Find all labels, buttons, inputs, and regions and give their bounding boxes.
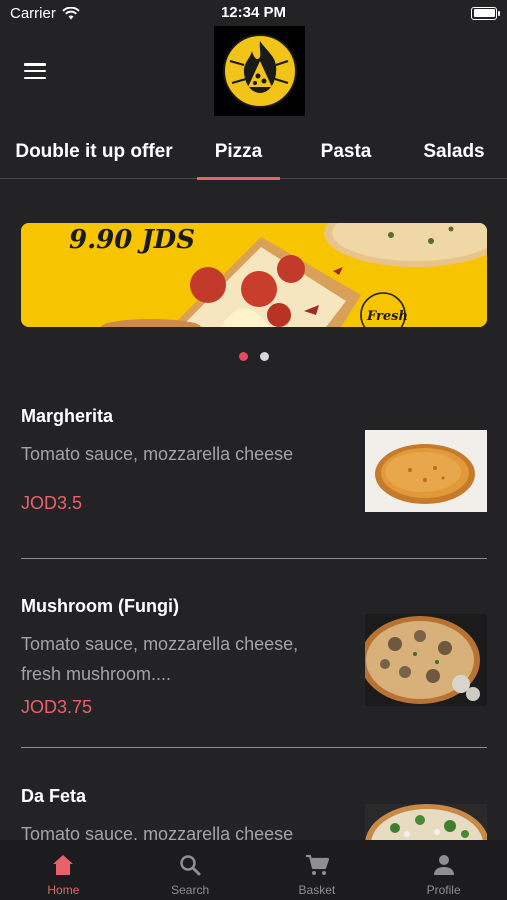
- item-divider: [21, 558, 487, 559]
- item-description: Tomato sauce, mozzarella cheese: [21, 444, 294, 464]
- tab-pizza[interactable]: Pizza: [197, 124, 280, 180]
- tabbar-label: Profile: [426, 883, 461, 897]
- item-title: Margherita: [21, 406, 114, 426]
- cart-icon: [305, 854, 329, 875]
- tab-label: Salads: [423, 140, 485, 162]
- app-header: [0, 26, 507, 118]
- tab-salads[interactable]: Salads: [418, 124, 490, 179]
- promo-banner[interactable]: 9.90 JDS Fresh: [21, 223, 487, 327]
- pizza-flame-logo: [214, 26, 305, 116]
- tabbar-label: Home: [47, 883, 80, 897]
- category-tabs: Double it up offer Pizza Pasta Salads: [0, 124, 507, 180]
- menu-item[interactable]: Margherita Tomato sauce, mozzarella chee…: [21, 406, 487, 514]
- tab-label: Pizza: [214, 140, 263, 162]
- tabbar-search[interactable]: Search: [127, 840, 254, 900]
- tab-label: Pasta: [320, 140, 372, 162]
- banner-price-text: 9.90 JDS: [69, 225, 196, 255]
- tab-label: Double it up offer: [15, 140, 173, 162]
- tabbar-basket[interactable]: Basket: [254, 840, 381, 900]
- carousel-dot-active[interactable]: [238, 352, 248, 361]
- menu-item[interactable]: Mushroom (Fungi) Tomato sauce, mozzarell…: [21, 596, 487, 718]
- carousel-dot[interactable]: [259, 352, 269, 361]
- status-bar: Carrier 12:34 PM: [0, 0, 507, 26]
- tab-pasta[interactable]: Pasta: [306, 124, 386, 179]
- tab-double-it-up-offer[interactable]: Double it up offer: [8, 124, 180, 179]
- home-icon: [53, 855, 74, 875]
- item-divider: [21, 747, 487, 748]
- bottom-tab-bar: Home Search Basket Profile: [0, 840, 507, 900]
- hamburger-icon[interactable]: [24, 63, 46, 79]
- status-time: 12:34 PM: [220, 4, 287, 21]
- active-tab-indicator: [197, 177, 280, 180]
- banner-badge-text: Fresh: [367, 309, 408, 324]
- item-image: [365, 614, 487, 706]
- item-image: [365, 430, 487, 512]
- user-icon: [433, 855, 454, 875]
- carousel-pagination: [0, 352, 507, 361]
- search-icon: [180, 855, 201, 876]
- tabbar-label: Search: [171, 883, 210, 897]
- item-description: Tomato sauce, mozzarella cheese, fresh m…: [21, 634, 299, 684]
- tabbar-profile[interactable]: Profile: [380, 840, 507, 900]
- battery-icon: [471, 6, 500, 20]
- tabbar-label: Basket: [298, 883, 336, 897]
- tabbar-home[interactable]: Home: [0, 840, 127, 900]
